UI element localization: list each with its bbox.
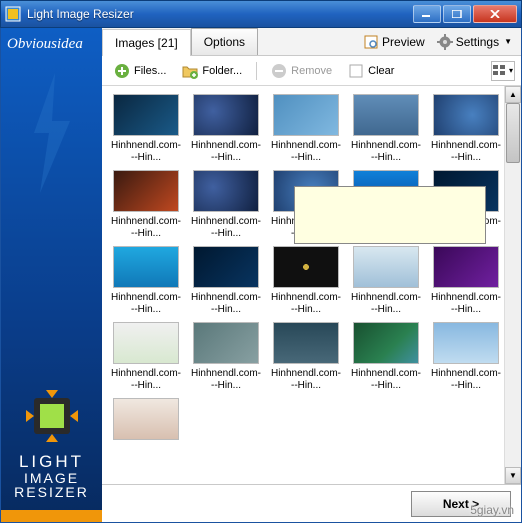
thumbnail-item[interactable]: Hinhnendl.com---Hin...	[190, 322, 262, 392]
app-icon	[5, 6, 21, 22]
next-button[interactable]: Next >	[411, 491, 511, 517]
scroll-down-button[interactable]: ▼	[505, 467, 521, 484]
add-folder-button[interactable]: Folder...	[176, 60, 248, 82]
view-mode-button[interactable]: ▾	[491, 61, 515, 81]
thumbnail-item[interactable]: Hinhnendl.com---Hin...	[270, 322, 342, 392]
scrollbar-track[interactable]	[505, 103, 521, 467]
add-icon	[114, 63, 130, 79]
thumbnail-item[interactable]: Hinhnendl.com---Hin...	[350, 246, 422, 316]
window-title: Light Image Resizer	[27, 7, 413, 21]
thumbnail-item[interactable]: Hinhnendl.com---Hin...	[110, 322, 182, 392]
window-titlebar: Light Image Resizer	[0, 0, 522, 28]
settings-button[interactable]: Settings ▼	[432, 31, 517, 53]
tab-images[interactable]: Images [21]	[102, 29, 191, 56]
sidebar: Obviousidea LIGHT IMAGE RESIZER	[1, 28, 102, 522]
product-name: LIGHT IMAGE RESIZER	[14, 453, 89, 500]
folder-icon	[182, 63, 198, 79]
thumbnail-item[interactable]: Hinhnendl.com---Hin...	[350, 94, 422, 164]
thumbnail-item[interactable]: Hinhnendl.com---Hin...	[350, 170, 422, 240]
thumbnail-item[interactable]: Hinhnendl.com---Hin...	[430, 94, 502, 164]
scroll-up-button[interactable]: ▲	[505, 86, 521, 103]
thumbnail-item[interactable]: Hinhnendl.com---Hin...	[190, 94, 262, 164]
product-logo-icon	[26, 390, 78, 442]
thumbnail-item[interactable]: Hinhnendl.com---Hin...	[190, 246, 262, 316]
remove-icon	[271, 63, 287, 79]
thumbnail-item[interactable]: Hinhnendl.com---Hin...	[190, 170, 262, 240]
brand-label: Obviousidea	[3, 36, 83, 53]
tab-options[interactable]: Options	[191, 28, 258, 55]
remove-button: Remove	[265, 60, 338, 82]
clear-icon	[348, 63, 364, 79]
thumbnail-item[interactable]: Hinhnendl.com---Hin...	[270, 94, 342, 164]
preview-icon	[363, 34, 379, 50]
thumbnail-item[interactable]	[110, 398, 182, 444]
scrollbar-vertical[interactable]: ▲ ▼	[504, 86, 521, 484]
accent-bar	[1, 510, 102, 522]
thumbnail-item[interactable]: Hinhnendl.com---Hin...	[110, 170, 182, 240]
close-button[interactable]	[473, 5, 517, 23]
thumbnail-item[interactable]: Hinhnendl.com---Hin...	[350, 322, 422, 392]
clear-button[interactable]: Clear	[342, 60, 400, 82]
chevron-down-icon: ▼	[504, 37, 512, 46]
thumbnail-item[interactable]: Hinhnendl.com---Hin...	[430, 170, 502, 240]
maximize-button[interactable]	[443, 5, 471, 23]
lightning-icon	[22, 73, 82, 193]
thumbnail-item[interactable]: Hinhnendl.com---Hin...	[110, 246, 182, 316]
scrollbar-thumb[interactable]	[506, 103, 520, 163]
thumbnail-item[interactable]: Hinhnendl.com---Hin...	[430, 322, 502, 392]
thumbnail-item[interactable]: Hinhnendl.com---Hin...	[430, 246, 502, 316]
preview-button[interactable]: Preview	[358, 31, 430, 53]
thumbnail-item[interactable]: Hinhnendl.com---Hin...	[110, 94, 182, 164]
add-files-button[interactable]: Files...	[108, 60, 172, 82]
thumbnail-grid: Hinhnendl.com---Hin... Hinhnendl.com---H…	[102, 86, 504, 484]
chevron-down-icon: ▾	[509, 66, 513, 75]
thumbnail-item[interactable]: Hinhnendl.com---Hin...	[270, 246, 342, 316]
thumbnail-item[interactable]: Hinhnendl.com---Hin...	[270, 170, 342, 240]
minimize-button[interactable]	[413, 5, 441, 23]
gear-icon	[437, 34, 453, 50]
